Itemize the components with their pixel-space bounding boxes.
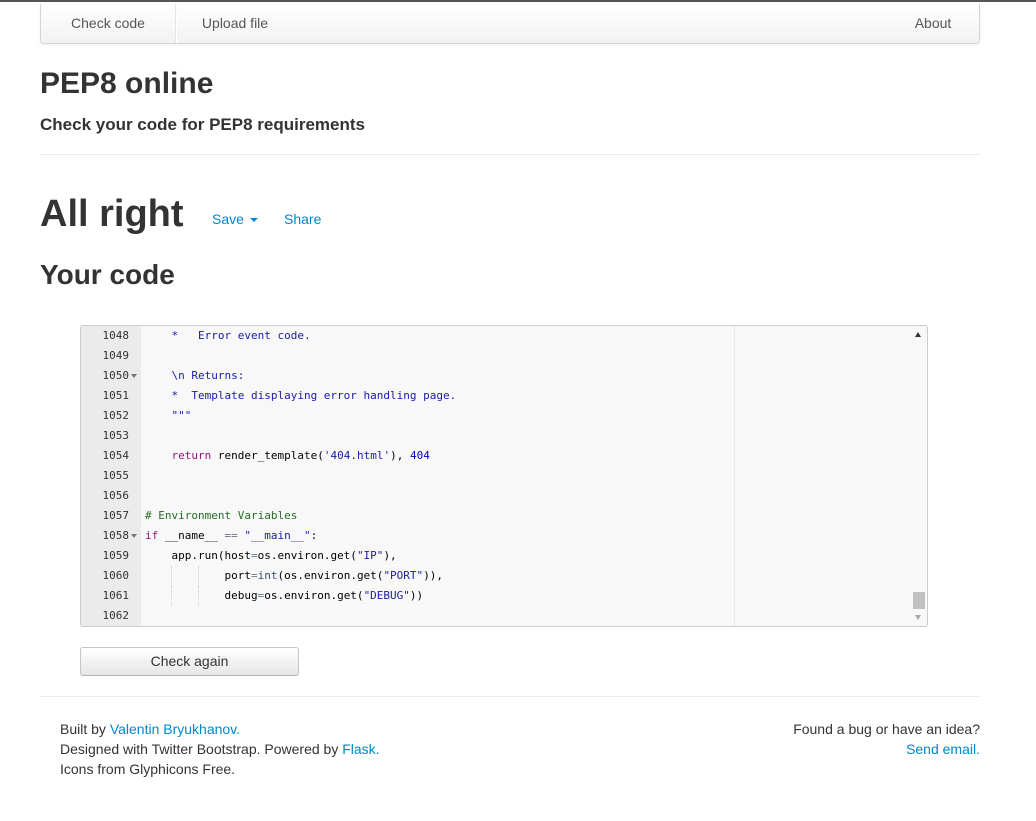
fold-toggle-icon[interactable] — [131, 374, 137, 378]
editor-scrollbar[interactable] — [911, 326, 927, 626]
nav-upload-file[interactable]: Upload file — [176, 4, 293, 43]
code-line: 1062 — [81, 606, 911, 626]
line-code: * Template displaying error handling pag… — [145, 389, 457, 402]
code-line: 1054 return render_template('404.html'),… — [81, 446, 911, 466]
line-code: debug=os.environ.get("DEBUG")) — [145, 589, 424, 602]
code-line: 1059 app.run(host=os.environ.get("IP"), — [81, 546, 911, 566]
footer-built-by: Built by Valentin Bryukhanov. — [60, 719, 380, 739]
code-line: 1050 \n Returns: — [81, 366, 911, 386]
line-number: 1062 — [102, 609, 130, 622]
scrollbar-thumb[interactable] — [913, 592, 925, 609]
code-line: 1049 — [81, 346, 911, 366]
line-number: 1059 — [102, 549, 130, 562]
code-editor[interactable]: 1048 * Error event code. 1049 1050 \n Re… — [80, 325, 928, 627]
line-number: 1054 — [102, 449, 130, 462]
result-status: All right — [40, 193, 184, 235]
author-link[interactable]: Valentin Bryukhanov. — [110, 721, 240, 737]
line-number: 1058 — [102, 529, 130, 542]
footer-icons-credit: Icons from Glyphicons Free. — [60, 761, 236, 777]
designed-with-text: Designed with Twitter Bootstrap. Powered… — [60, 741, 343, 757]
footer-divider — [40, 696, 980, 697]
line-number: 1055 — [102, 469, 130, 482]
footer-designed-with: Designed with Twitter Bootstrap. Powered… — [60, 739, 380, 759]
line-number: 1049 — [102, 349, 130, 362]
line-code: app.run(host=os.environ.get("IP"), — [145, 549, 397, 562]
line-code: return render_template('404.html'), 404 — [171, 449, 430, 462]
footer-credits: Built by Valentin Bryukhanov. Designed w… — [60, 719, 380, 779]
code-line: 1048 * Error event code. — [81, 326, 911, 346]
line-code: if __name__ == "__main__": — [145, 529, 318, 542]
code-line: 1056 — [81, 486, 911, 506]
line-number: 1060 — [102, 569, 130, 582]
bug-prompt: Found a bug or have an idea? — [793, 721, 980, 737]
navbar: Check code Upload file About — [40, 4, 980, 44]
line-number: 1056 — [102, 489, 130, 502]
header-divider — [40, 154, 980, 155]
code-line: 1053 — [81, 426, 911, 446]
line-number: 1052 — [102, 409, 130, 422]
code-line: 1055 — [81, 466, 911, 486]
send-email-link[interactable]: Send email. — [906, 741, 980, 757]
share-link[interactable]: Share — [284, 209, 321, 229]
your-code-title: Your code — [40, 259, 175, 290]
code-line: 1057 # Environment Variables — [81, 506, 911, 526]
line-code: """ — [145, 409, 192, 422]
line-number: 1061 — [102, 589, 130, 602]
line-code: # Environment Variables — [145, 509, 298, 522]
scroll-down-arrow-icon[interactable] — [915, 615, 921, 620]
nav-check-code[interactable]: Check code — [41, 4, 176, 43]
flask-link[interactable]: Flask. — [342, 741, 379, 757]
code-line: 1051 * Template displaying error handlin… — [81, 386, 911, 406]
built-by-text: Built by — [60, 721, 110, 737]
page-title: PEP8 online — [40, 67, 214, 100]
line-code: \n Returns: — [145, 369, 245, 382]
footer-contact: Found a bug or have an idea? Send email. — [793, 719, 980, 759]
check-again-button[interactable]: Check again — [80, 647, 299, 676]
caret-down-icon — [249, 218, 258, 223]
line-number: 1053 — [102, 429, 130, 442]
scroll-up-arrow-icon[interactable] — [915, 332, 921, 337]
code-line: 1058 if __name__ == "__main__": — [81, 526, 911, 546]
save-dropdown[interactable]: Save — [212, 209, 258, 229]
fold-toggle-icon[interactable] — [131, 534, 137, 538]
line-code: * Error event code. — [145, 329, 311, 342]
line-number: 1048 — [102, 329, 130, 342]
page-subtitle: Check your code for PEP8 requirements — [40, 115, 365, 134]
save-label: Save — [212, 211, 244, 227]
line-number: 1057 — [102, 509, 130, 522]
code-line: 1061 debug=os.environ.get("DEBUG")) — [81, 586, 911, 606]
code-line: 1060 port=int(os.environ.get("PORT")), — [81, 566, 911, 586]
code-line: 1052 """ — [81, 406, 911, 426]
nav-about[interactable]: About — [887, 4, 979, 43]
line-number: 1050 — [102, 369, 130, 382]
line-code: port=int(os.environ.get("PORT")), — [145, 569, 444, 582]
line-number: 1051 — [102, 389, 130, 402]
